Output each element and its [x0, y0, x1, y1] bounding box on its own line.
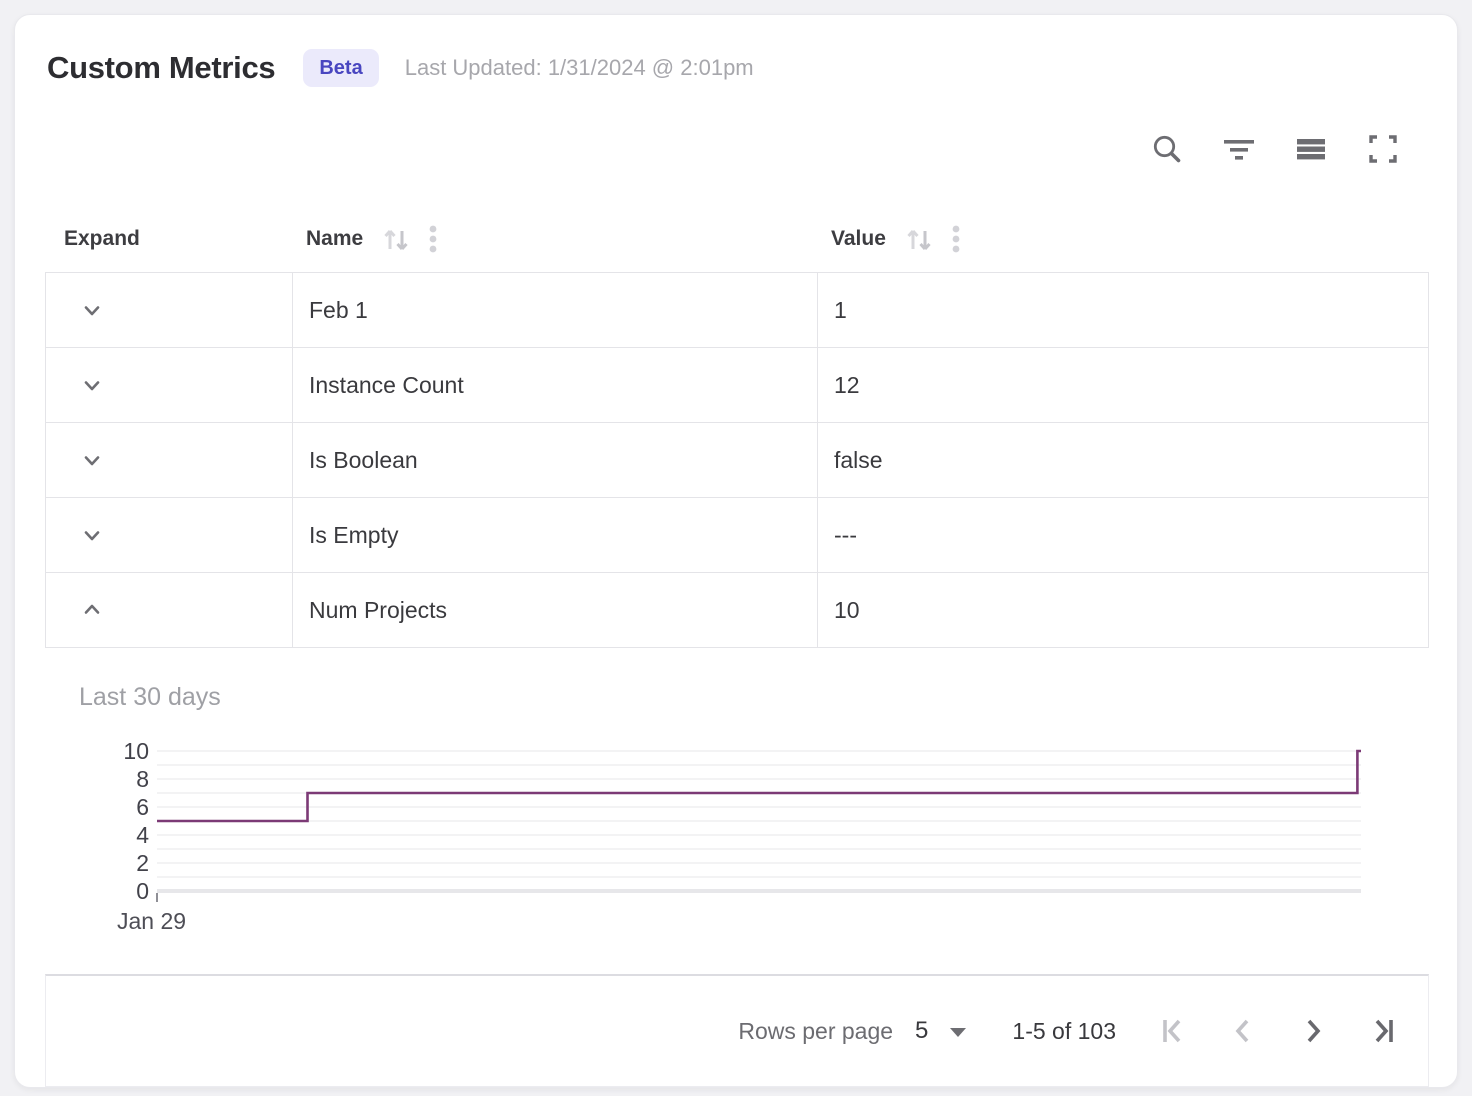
cell-expand: [46, 273, 292, 347]
cell-value: ---: [817, 498, 1428, 572]
column-label: Name: [306, 227, 363, 251]
table-row: Is Empty ---: [46, 498, 1428, 573]
svg-text:6: 6: [136, 794, 149, 820]
cell-expand: [46, 423, 292, 497]
custom-metrics-card: Custom Metrics Beta Last Updated: 1/31/2…: [14, 14, 1458, 1088]
table-row: Instance Count 12: [46, 348, 1428, 423]
expand-row-button[interactable]: [77, 445, 107, 475]
column-header-name[interactable]: Name: [291, 222, 816, 256]
page-title: Custom Metrics: [47, 50, 275, 86]
column-label: Value: [831, 227, 886, 251]
cell-value: 10: [817, 573, 1428, 647]
last-updated-text: Last Updated: 1/31/2024 @ 2:01pm: [405, 55, 754, 81]
cell-expand: [46, 348, 292, 422]
cell-value: 12: [817, 348, 1428, 422]
svg-text:Jan 29: Jan 29: [117, 908, 186, 934]
table-toolbar: [1149, 131, 1401, 167]
cell-name: Instance Count: [292, 348, 817, 422]
expand-row-button[interactable]: [77, 595, 107, 625]
chart-title: Last 30 days: [79, 683, 221, 712]
column-header-expand: Expand: [45, 227, 291, 251]
first-page-button[interactable]: [1158, 1016, 1188, 1046]
column-menu-icon[interactable]: [427, 223, 439, 255]
cell-value: 1: [817, 273, 1428, 347]
cell-expand: [46, 498, 292, 572]
table-row: Feb 1 1: [46, 273, 1428, 348]
svg-text:4: 4: [136, 822, 149, 848]
column-label: Expand: [64, 227, 140, 251]
rows-per-page-select[interactable]: 5: [915, 1017, 966, 1045]
table-row: Is Boolean false: [46, 423, 1428, 498]
card-header: Custom Metrics Beta Last Updated: 1/31/2…: [47, 49, 754, 87]
expand-row-button[interactable]: [77, 520, 107, 550]
sort-icon[interactable]: [379, 222, 413, 256]
column-menu-icon[interactable]: [950, 223, 962, 255]
search-icon[interactable]: [1149, 131, 1185, 167]
last-page-button[interactable]: [1368, 1016, 1398, 1046]
column-header-value[interactable]: Value: [816, 222, 1429, 256]
cell-name: Is Boolean: [292, 423, 817, 497]
cell-name: Is Empty: [292, 498, 817, 572]
metrics-table: Expand Name Value: [45, 206, 1429, 648]
svg-text:0: 0: [136, 878, 149, 904]
cell-name: Feb 1: [292, 273, 817, 347]
caret-down-icon: [950, 1028, 966, 1037]
cell-value: false: [817, 423, 1428, 497]
table-row: Num Projects 10: [46, 573, 1428, 647]
beta-badge: Beta: [303, 49, 378, 87]
table-header-row: Expand Name Value: [45, 206, 1429, 272]
svg-text:10: 10: [123, 738, 149, 764]
metric-history-chart: 0246810 Jan 29: [101, 731, 1391, 941]
rows-per-page-value: 5: [915, 1017, 928, 1045]
rows-per-page-label: Rows per page: [738, 1018, 893, 1045]
svg-text:2: 2: [136, 850, 149, 876]
pagination-nav: [1158, 1016, 1398, 1046]
density-icon[interactable]: [1293, 131, 1329, 167]
pagination-footer: Rows per page 5 1-5 of 103: [45, 974, 1429, 1087]
table-body: Feb 1 1 Instance Count 12: [45, 272, 1429, 648]
next-page-button[interactable]: [1298, 1016, 1328, 1046]
expand-row-button[interactable]: [77, 370, 107, 400]
sort-icon[interactable]: [902, 222, 936, 256]
svg-text:8: 8: [136, 766, 149, 792]
cell-name: Num Projects: [292, 573, 817, 647]
prev-page-button[interactable]: [1228, 1016, 1258, 1046]
page-range-label: 1-5 of 103: [1012, 1018, 1116, 1045]
cell-expand: [46, 573, 292, 647]
fullscreen-icon[interactable]: [1365, 131, 1401, 167]
expand-row-button[interactable]: [77, 295, 107, 325]
filter-icon[interactable]: [1221, 131, 1257, 167]
